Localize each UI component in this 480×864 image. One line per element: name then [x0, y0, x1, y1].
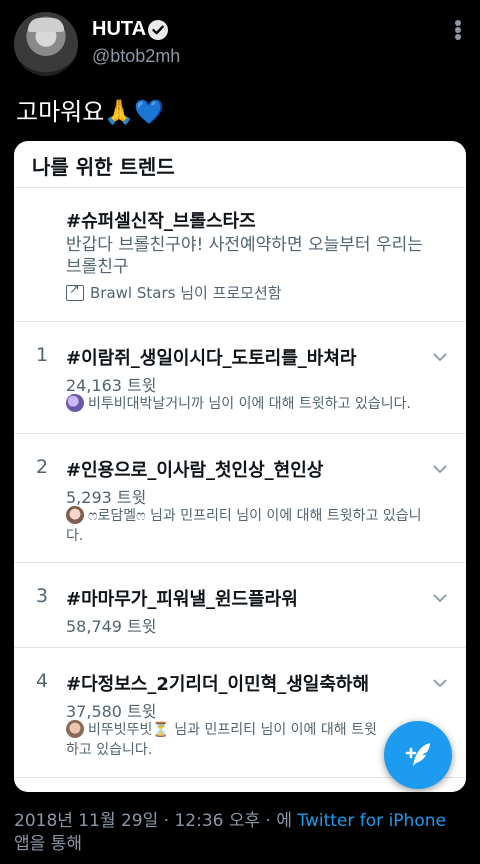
display-name[interactable]: HUTA — [92, 18, 146, 41]
avatar — [66, 506, 84, 524]
trend-name[interactable]: #이람쥐_생일이시다_도토리를_바쳐라 — [66, 344, 356, 370]
trend-context-text: ෆ로담멜ෆ 님과 민프리티 님이 이에 대해 트윗하고 있습니다. — [66, 508, 422, 544]
chevron-down-icon[interactable] — [432, 460, 448, 474]
trend-name[interactable]: #인용으로_이사람_첫인상_현인상 — [66, 456, 323, 482]
more-icon[interactable] — [448, 20, 468, 40]
trend-name[interactable]: #다정보스_2기리더_이민혁_생일축하해 — [66, 670, 369, 696]
avatar[interactable] — [14, 12, 78, 76]
source-link[interactable]: Twitter for iPhone — [297, 811, 446, 831]
promoted-by: Brawl Stars 님이 프로모션함 — [66, 282, 282, 303]
tweet-header: HUTA @btob2mh — [0, 0, 480, 80]
divider — [14, 187, 466, 188]
promoted-icon — [66, 282, 84, 301]
verified-icon — [148, 20, 168, 40]
trend-count: 37,580 트윗 — [66, 702, 157, 721]
avatar — [66, 394, 84, 412]
tweet-timestamp[interactable]: 2018년 11월 29일 · 12:36 오후 · 에 — [14, 811, 292, 831]
trend-context: 비투비대박날거니까 님이 이에 대해 트윗하고 있습니다. — [66, 394, 436, 414]
compose-tweet-icon — [405, 743, 430, 766]
chevron-down-icon[interactable] — [432, 589, 448, 603]
user-handle[interactable]: @btob2mh — [92, 46, 180, 67]
trend-context-text: 비뚜빗뚜빗⏳ 님과 민프리티 님이 이에 대해 트윗하고 있습니다. — [66, 722, 377, 758]
compose-tweet-button[interactable] — [384, 721, 452, 789]
trend-context-text: 비투비대박날거니까 님이 이에 대해 트윗하고 있습니다. — [88, 396, 411, 412]
source-suffix: 앱을 통해 — [14, 834, 82, 854]
card-title: 나를 위한 트렌드 — [32, 155, 175, 179]
chevron-down-icon[interactable] — [432, 348, 448, 362]
trend-rank: 4 — [36, 670, 49, 692]
promoted-trend-name[interactable]: #슈퍼셀신작_브롤스타즈 — [66, 207, 256, 233]
trend-name[interactable]: #마마무가_피워낼_윈드플라워 — [66, 585, 298, 611]
trend-context: 비뚜빗뚜빗⏳ 님과 민프리티 님이 이에 대해 트윗하고 있습니다. — [66, 720, 386, 760]
trend-item[interactable]: 2 #인용으로_이사람_첫인상_현인상 5,293 트윗 ෆ로담멜ෆ 님과 민프… — [14, 434, 466, 562]
trend-item[interactable]: 1 #이람쥐_생일이시다_도토리를_바쳐라 24,163 트윗 비투비대박날거니… — [14, 322, 466, 433]
pray-emoji: 🙏 — [104, 98, 135, 126]
trend-item[interactable]: 3 #마마무가_피워낼_윈드플라워 58,749 트윗 — [14, 563, 466, 647]
blue-heart-emoji: 💙 — [134, 98, 165, 126]
avatar — [66, 720, 84, 738]
chevron-down-icon[interactable] — [432, 674, 448, 688]
tweet-text: 고마워요🙏💙 — [16, 92, 164, 127]
tweet-body: 고마워요 — [16, 98, 105, 126]
promoted-by-label: Brawl Stars 님이 프로모션함 — [90, 284, 282, 302]
promoted-trend-description: 반갑다 브롤친구야! 사전예약하면 오늘부터 우리는 브롤친구 — [66, 235, 423, 277]
tweet-metadata: 2018년 11월 29일 · 12:36 오후 · 에 Twitter for… — [14, 810, 466, 856]
trends-card: 나를 위한 트렌드 #슈퍼셀신작_브롤스타즈 반갑다 브롤친구야! 사전예약하면… — [14, 141, 466, 792]
trend-count: 58,749 트윗 — [66, 617, 157, 636]
trend-context: ෆ로담멜ෆ 님과 민프리티 님이 이에 대해 트윗하고 있습니다. — [66, 506, 436, 546]
trend-rank: 3 — [36, 585, 49, 607]
trend-rank: 1 — [36, 344, 49, 366]
trend-count: 24,163 트윗 — [66, 376, 157, 395]
trend-rank: 2 — [36, 456, 49, 478]
trend-count: 5,293 트윗 — [66, 488, 147, 507]
